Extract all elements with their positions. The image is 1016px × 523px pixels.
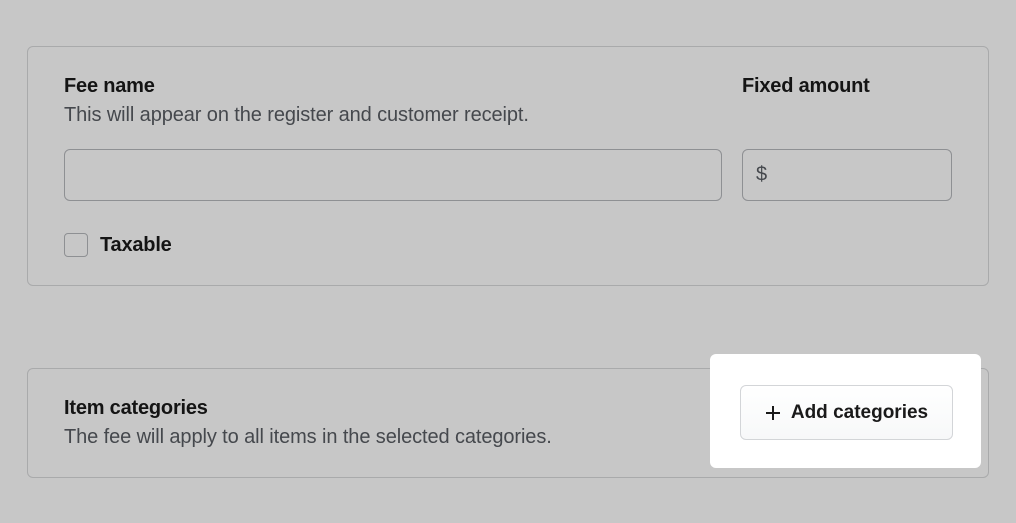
fee-name-label: Fee name (64, 75, 722, 98)
taxable-label: Taxable (100, 234, 172, 257)
add-categories-button-label: Add categories (791, 402, 928, 424)
taxable-checkbox[interactable] (64, 233, 88, 257)
fee-name-input[interactable] (64, 149, 722, 201)
add-categories-button[interactable]: Add categories (740, 385, 953, 440)
fee-card: Fee name This will appear on the registe… (27, 46, 989, 286)
item-categories-title: Item categories (64, 397, 742, 420)
fixed-amount-input[interactable] (742, 149, 952, 201)
fee-name-helper: This will appear on the register and cus… (64, 104, 722, 127)
plus-icon (765, 405, 781, 421)
item-categories-helper: The fee will apply to all items in the s… (64, 426, 742, 449)
fixed-amount-label: Fixed amount (742, 75, 952, 98)
